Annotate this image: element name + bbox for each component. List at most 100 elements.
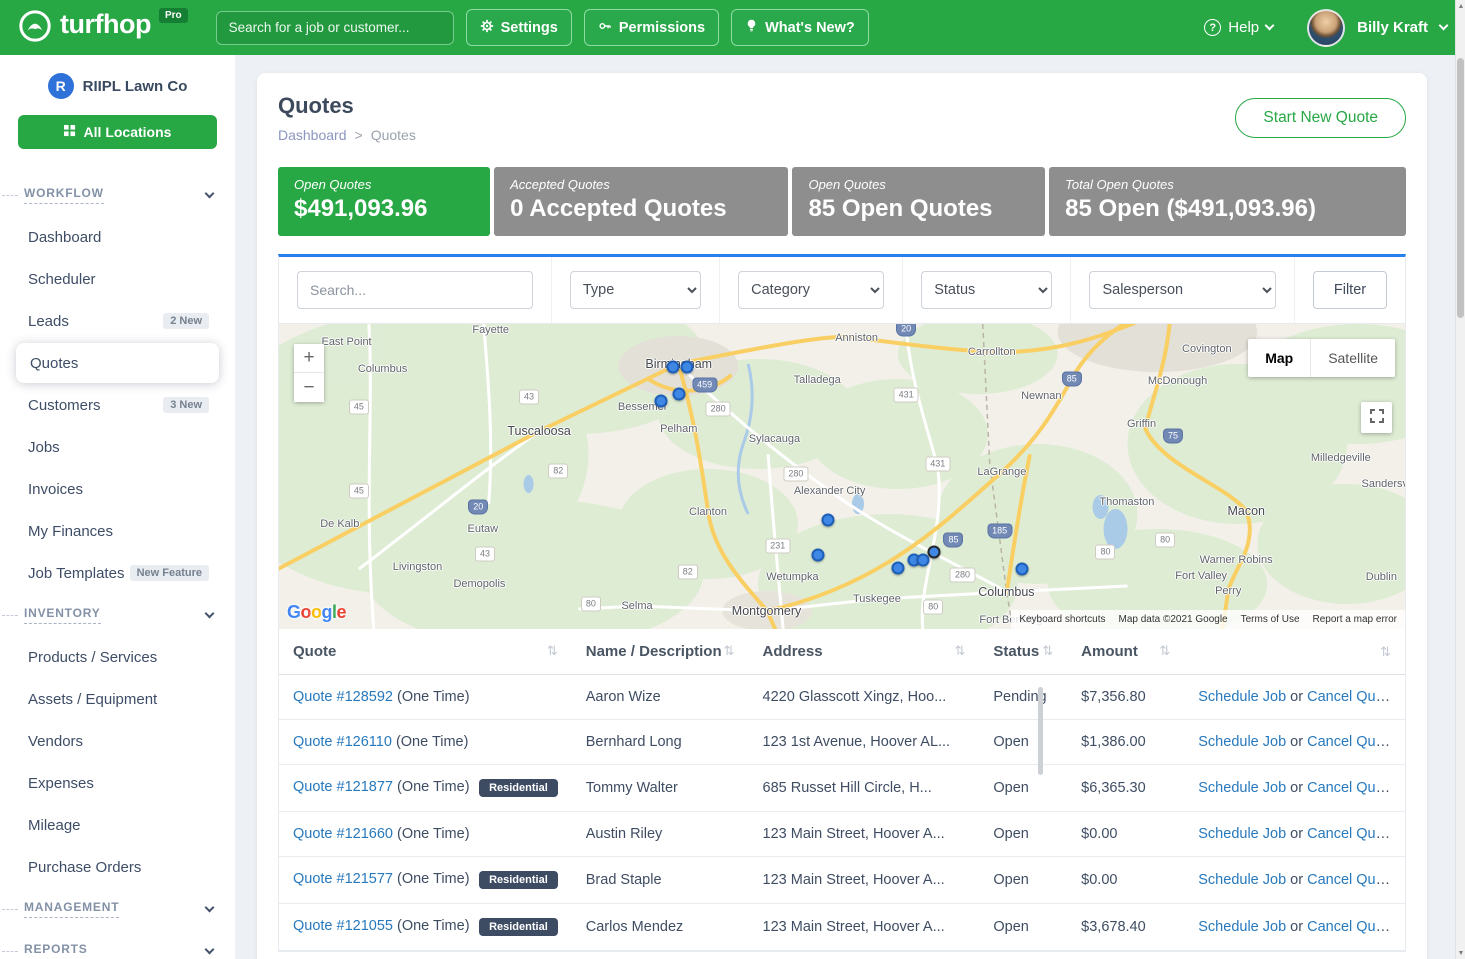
sidebar-item-my-finances[interactable]: My Finances [0,510,235,552]
sidebar-item-mileage[interactable]: Mileage [0,804,235,846]
permissions-button[interactable]: Permissions [584,9,719,46]
category-filter-select[interactable]: Category [738,271,884,309]
satellite-view-button[interactable]: Satellite [1311,339,1395,377]
stat-total-open[interactable]: Total Open Quotes 85 Open ($491,093.96) [1049,167,1406,236]
sidebar-section-workflow[interactable]: WORKFLOW [0,174,235,216]
schedule-job-link[interactable]: Schedule Job [1198,919,1286,935]
sort-icon[interactable]: ⇅ [954,643,965,659]
schedule-job-link[interactable]: Schedule Job [1198,826,1286,842]
sidebar-item-dashboard[interactable]: Dashboard [0,216,235,258]
map-view-button[interactable]: Map [1248,339,1311,377]
sort-icon[interactable]: ⇅ [547,643,558,659]
sidebar-item-jobs[interactable]: Jobs [0,426,235,468]
cancel-quote-link[interactable]: Cancel Quote [1307,689,1396,705]
map-marker[interactable] [822,514,835,527]
fullscreen-button[interactable] [1361,402,1392,433]
zoom-out-button[interactable]: − [294,373,324,402]
cancel-quote-link[interactable]: Cancel Quote [1307,734,1396,750]
sidebar-item-leads[interactable]: Leads 2 New [0,300,235,342]
report-map-error-link[interactable]: Report a map error [1313,614,1397,625]
help-menu[interactable]: ? Help [1204,19,1273,36]
stat-open-quotes-count[interactable]: Open Quotes 85 Open Quotes [792,167,1045,236]
status-filter-select[interactable]: Status [921,271,1052,309]
stat-accepted-quotes[interactable]: Accepted Quotes 0 Accepted Quotes [494,167,788,236]
stats-row: Open Quotes $491,093.96 Accepted Quotes … [278,167,1406,236]
sidebar-section-inventory[interactable]: INVENTORY [0,594,235,636]
sort-icon[interactable]: ⇅ [1380,644,1391,660]
map-city-label: Thomaston [1099,496,1154,508]
quote-link[interactable]: Quote #128592 [293,689,393,705]
sidebar-item-assets-equipment[interactable]: Assets / Equipment [0,678,235,720]
sidebar-item-vendors[interactable]: Vendors [0,720,235,762]
map-marker[interactable] [680,361,693,374]
address-cell: 4220 Glasscott Xingz, Hoo... [749,675,980,720]
sidebar-section-management[interactable]: MANAGEMENT [0,888,235,930]
salesperson-filter-select[interactable]: Salesperson [1089,271,1276,309]
page-scrollbar[interactable]: ▲ ▼ [1455,0,1465,959]
start-new-quote-button[interactable]: Start New Quote [1235,98,1406,138]
google-logo[interactable]: Google [287,602,346,623]
sidebar-item-expenses[interactable]: Expenses [0,762,235,804]
map-marker[interactable] [654,394,667,407]
cancel-quote-link[interactable]: Cancel Quote [1307,872,1396,888]
col-name-description: ⇅Name / Description [572,629,749,675]
quote-link[interactable]: Quote #126110 [293,734,392,750]
schedule-job-link[interactable]: Schedule Job [1198,780,1286,796]
scroll-down-arrow[interactable]: ▼ [1456,947,1465,959]
all-locations-label: All Locations [84,124,172,140]
settings-button[interactable]: Settings [466,9,572,46]
chevron-down-icon[interactable] [1439,21,1449,31]
sidebar-item-job-templates[interactable]: Job Templates New Feature [0,552,235,594]
cancel-quote-link[interactable]: Cancel Quote [1307,919,1396,935]
map-marker[interactable] [1016,562,1029,575]
table-inner-scrollbar[interactable] [1038,687,1043,775]
map-marker[interactable] [928,546,941,559]
quote-link[interactable]: Quote #121055 [293,918,393,934]
sidebar-item-scheduler[interactable]: Scheduler [0,258,235,300]
sort-icon[interactable]: ⇅ [1042,643,1053,659]
whats-new-button[interactable]: What's New? [731,9,869,46]
map-marker[interactable] [667,361,680,374]
highway-shield: 80 [923,600,943,615]
sidebar-item-invoices[interactable]: Invoices [0,468,235,510]
help-icon: ? [1204,19,1221,36]
company-switcher[interactable]: R RIIPL Lawn Co [0,73,235,99]
all-locations-button[interactable]: All Locations [18,115,217,149]
sidebar-item-quotes[interactable]: Quotes [16,343,219,383]
schedule-job-link[interactable]: Schedule Job [1198,734,1286,750]
quote-link[interactable]: Quote #121660 [293,826,393,842]
map-marker[interactable] [672,388,685,401]
cancel-quote-link[interactable]: Cancel Quote [1307,780,1396,796]
sort-icon[interactable]: ⇅ [724,643,735,659]
scrollbar-thumb[interactable] [1457,58,1464,318]
schedule-job-link[interactable]: Schedule Job [1198,689,1286,705]
action-separator: or [1290,919,1303,935]
terms-of-use-link[interactable]: Terms of Use [1241,614,1300,625]
keyboard-shortcuts-link[interactable]: Keyboard shortcuts [1019,614,1105,625]
map-city-label: Pelham [660,423,697,435]
zoom-in-button[interactable]: + [294,344,324,373]
schedule-job-link[interactable]: Schedule Job [1198,872,1286,888]
quotes-search-input[interactable] [297,271,533,309]
scroll-up-arrow[interactable]: ▲ [1456,0,1465,12]
sidebar-item-customers[interactable]: Customers 3 New [0,384,235,426]
map-marker[interactable] [917,554,930,567]
turfhop-logo[interactable]: turfhop Pro [18,7,188,48]
cancel-quote-link[interactable]: Cancel Quote [1307,826,1396,842]
quote-link[interactable]: Quote #121577 [293,871,393,887]
quotes-map[interactable]: East PointFayetteColumbusAnnistonCarroll… [279,324,1405,629]
sort-icon[interactable]: ⇅ [1159,643,1170,659]
user-avatar[interactable] [1307,9,1345,47]
breadcrumb-dashboard[interactable]: Dashboard [278,127,347,143]
filter-button[interactable]: Filter [1313,271,1387,309]
company-name: RIIPL Lawn Co [83,78,188,95]
quote-link[interactable]: Quote #121877 [293,779,393,795]
stat-open-quotes-amount[interactable]: Open Quotes $491,093.96 [278,167,490,236]
sidebar-item-products-services[interactable]: Products / Services [0,636,235,678]
map-marker[interactable] [812,548,825,561]
sidebar-section-reports[interactable]: REPORTS [0,930,235,959]
sidebar-item-purchase-orders[interactable]: Purchase Orders [0,846,235,888]
map-marker[interactable] [892,562,905,575]
type-filter-select[interactable]: Type [570,271,701,309]
global-search-input[interactable] [216,11,454,45]
